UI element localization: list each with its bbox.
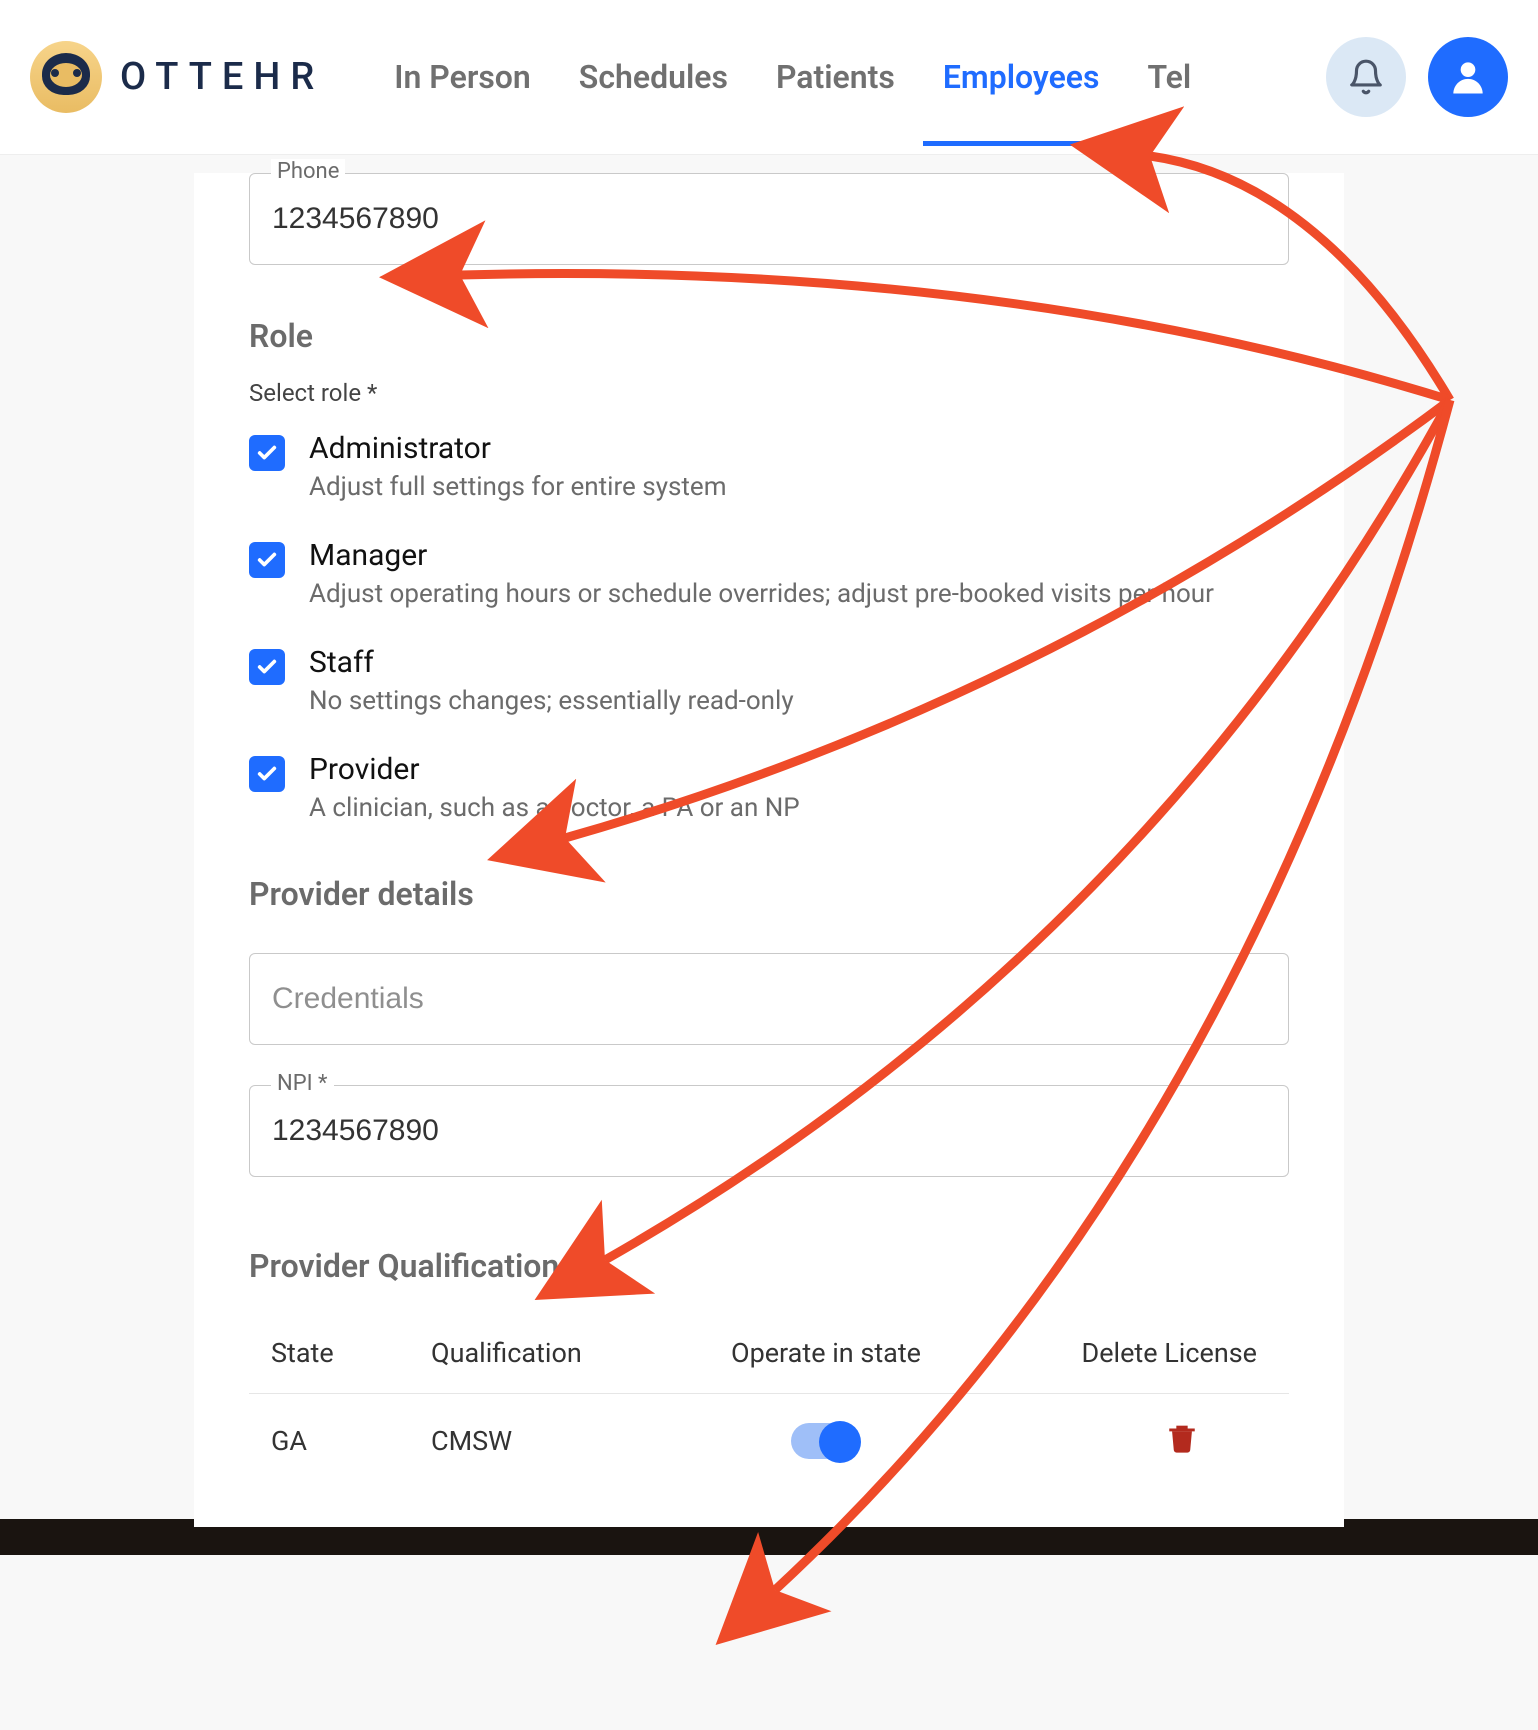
nav-employees[interactable]: Employees [943,8,1100,146]
role-option-staff: Staff No settings changes; essentially r… [249,645,1289,716]
role-desc: A clinician, such as a doctor, a PA or a… [309,793,800,823]
check-icon [256,763,278,785]
role-option-manager: Manager Adjust operating hours or schedu… [249,538,1289,609]
col-delete: Delete License [1031,1337,1267,1369]
phone-input[interactable] [249,173,1289,265]
qual-qualification: CMSW [431,1425,731,1457]
qualifications-heading: Provider Qualifications [249,1247,1289,1285]
person-icon [1446,55,1490,99]
role-options: Administrator Adjust full settings for e… [249,431,1289,823]
role-desc: No settings changes; essentially read-on… [309,686,794,716]
phone-label: Phone [271,159,345,184]
qual-operate-cell [731,1423,1031,1459]
qualification-row: GA CMSW [249,1394,1289,1487]
role-name: Provider [309,752,800,787]
nav-in-person[interactable]: In Person [394,8,531,146]
role-checkbox-manager[interactable] [249,542,285,578]
col-operate: Operate in state [731,1337,1031,1369]
col-state: State [271,1337,431,1369]
role-option-provider: Provider A clinician, such as a doctor, … [249,752,1289,823]
brand-name: OTTEHR [120,55,324,99]
header-actions [1326,37,1508,117]
profile-button[interactable] [1428,37,1508,117]
qual-state: GA [271,1425,431,1457]
role-checkbox-provider[interactable] [249,756,285,792]
npi-field-group: NPI * [249,1085,1289,1177]
qualifications-table: State Qualification Operate in state Del… [249,1313,1289,1487]
role-select-label: Select role * [249,379,1289,407]
col-qualification: Qualification [431,1337,731,1369]
brand-logo: OTTEHR [30,41,324,113]
qualifications-header-row: State Qualification Operate in state Del… [249,1313,1289,1394]
role-checkbox-staff[interactable] [249,649,285,685]
check-icon [256,549,278,571]
nav-patients[interactable]: Patients [776,8,895,146]
employee-form-panel: Phone Role Select role * Administrator A… [194,173,1344,1527]
app-header: OTTEHR In Person Schedules Patients Empl… [0,0,1538,155]
role-checkbox-administrator[interactable] [249,435,285,471]
credentials-input[interactable] [249,953,1289,1045]
role-name: Administrator [309,431,727,466]
check-icon [256,656,278,678]
otter-logo-icon [30,41,102,113]
phone-field-group: Phone [249,173,1289,265]
role-option-administrator: Administrator Adjust full settings for e… [249,431,1289,502]
operate-toggle[interactable] [791,1423,857,1459]
role-name: Staff [309,645,794,680]
role-name: Manager [309,538,1214,573]
role-desc: Adjust operating hours or schedule overr… [309,579,1214,609]
nav-tel[interactable]: Tel [1147,8,1191,146]
bell-icon [1347,58,1385,96]
provider-details-heading: Provider details [249,875,1289,913]
notifications-button[interactable] [1326,37,1406,117]
npi-input[interactable] [249,1085,1289,1177]
npi-label: NPI * [271,1071,334,1096]
check-icon [256,442,278,464]
credentials-field-group [249,953,1289,1045]
role-desc: Adjust full settings for entire system [309,472,727,502]
qual-delete-cell [1031,1418,1267,1463]
role-heading: Role [249,317,1289,355]
delete-license-button[interactable] [1031,1418,1257,1456]
main-nav: In Person Schedules Patients Employees T… [394,8,1314,146]
nav-schedules[interactable]: Schedules [579,8,728,146]
trash-icon [1165,1418,1199,1456]
